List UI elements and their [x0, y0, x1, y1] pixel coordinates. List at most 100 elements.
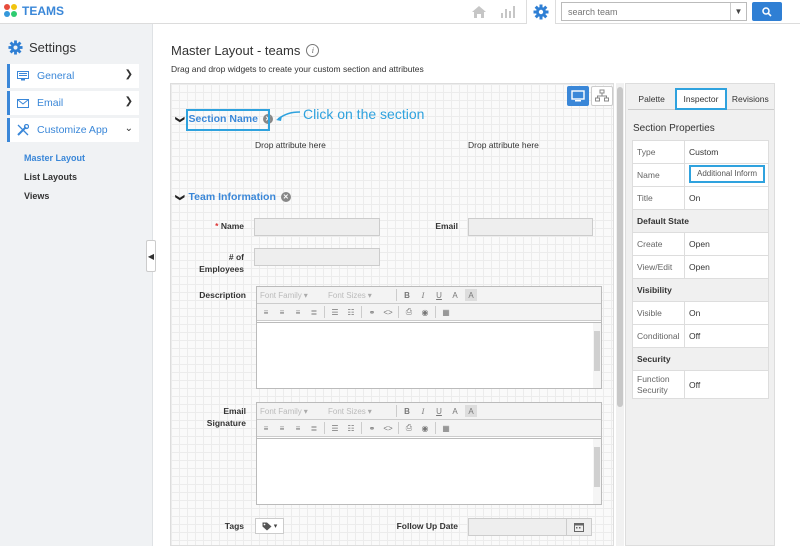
drop-zone-right[interactable]: Drop attribute here [468, 140, 539, 150]
align-right-icon[interactable]: ≡ [292, 422, 304, 434]
remove-section-icon[interactable]: ✕ [280, 192, 291, 202]
sidebar-item-label: Customize App [37, 124, 108, 136]
sidebar-item-customize-app[interactable]: Customize App ⌄ [7, 118, 139, 142]
editor-scrollbar[interactable] [593, 323, 601, 388]
sidebar-item-general[interactable]: General ❯ [7, 64, 139, 88]
table-icon[interactable]: ▦ [440, 306, 452, 318]
chevron-down-icon: ⌄ [124, 123, 133, 134]
section-name-input[interactable]: Additional Inform [689, 165, 765, 183]
italic-icon[interactable]: I [417, 405, 429, 417]
print-icon[interactable]: ⎙ [403, 422, 415, 434]
drop-zone-left[interactable]: Drop attribute here [255, 140, 326, 150]
preview-icon[interactable]: ◉ [419, 422, 431, 434]
search-box: ▼ [561, 2, 747, 21]
underline-icon[interactable]: U [433, 289, 445, 301]
numbered-list-icon[interactable]: ☷ [345, 306, 357, 318]
app-logo[interactable]: TEAMS [4, 4, 64, 18]
font-size-select[interactable]: Font Sizes ▾ [328, 291, 392, 300]
highlight-color-icon[interactable]: A [465, 289, 477, 301]
italic-icon[interactable]: I [417, 289, 429, 301]
editor-scrollbar[interactable] [593, 439, 601, 504]
subnav-list-layouts[interactable]: List Layouts [24, 172, 77, 182]
tags-dropdown-button[interactable]: ▾ [255, 518, 284, 534]
settings-gear-icon[interactable] [526, 0, 556, 24]
print-icon[interactable]: ⎙ [403, 306, 415, 318]
table-icon[interactable]: ▦ [440, 422, 452, 434]
bar-chart-icon[interactable] [499, 3, 517, 21]
subnav-master-layout[interactable]: Master Layout [24, 153, 85, 163]
page-subtitle: Drag and drop widgets to create your cus… [171, 64, 424, 74]
chevron-down-icon[interactable]: ❯ [174, 115, 185, 123]
email-field[interactable] [468, 218, 593, 236]
monitor-icon [17, 71, 31, 81]
email-label: Email [435, 221, 458, 231]
font-family-select[interactable]: Font Family ▾ [260, 407, 324, 416]
link-icon[interactable]: ⚭ [366, 306, 378, 318]
group-visibility: Visibility [632, 278, 769, 302]
font-color-icon[interactable]: A [449, 289, 461, 301]
calendar-icon[interactable] [566, 518, 591, 536]
code-icon[interactable]: <> [382, 422, 394, 434]
search-input[interactable] [562, 3, 730, 20]
team-information-header[interactable]: ❯ Team Information ✕ [174, 191, 291, 203]
description-editor[interactable]: Font Family ▾ Font Sizes ▾ B I U A A ≡ ≡ ≡… [256, 286, 602, 389]
tools-icon [17, 124, 31, 136]
sidebar-item-label: General [37, 70, 75, 82]
font-family-select[interactable]: Font Family ▾ [260, 291, 324, 300]
employees-label: # of Employees [199, 252, 244, 274]
section-name-highlight [186, 109, 270, 131]
search-button[interactable] [752, 2, 782, 21]
highlight-color-icon[interactable]: A [465, 405, 477, 417]
tab-palette[interactable]: Palette [628, 88, 676, 110]
scrollbar-thumb[interactable] [617, 87, 623, 407]
signature-text-area[interactable] [257, 438, 601, 504]
tab-revisions[interactable]: Revisions [726, 88, 774, 110]
align-left-icon[interactable]: ≡ [260, 306, 272, 318]
team-information-title[interactable]: Team Information [189, 191, 276, 203]
email-signature-label: Email Signature [206, 406, 246, 428]
bullet-list-icon[interactable]: ☰ [329, 422, 341, 434]
chevron-down-icon[interactable]: ❯ [174, 193, 185, 201]
name-field[interactable] [254, 218, 380, 236]
code-icon[interactable]: <> [382, 306, 394, 318]
prop-row-name: Name Additional Inform [632, 163, 769, 187]
follow-up-date-label: Follow Up Date [396, 521, 458, 531]
tab-inspector[interactable]: Inspector [675, 88, 727, 110]
desktop-view-button[interactable] [567, 86, 589, 106]
description-text-area[interactable] [257, 322, 601, 388]
sitemap-icon [595, 89, 609, 102]
preview-icon[interactable]: ◉ [419, 306, 431, 318]
align-center-icon[interactable]: ≡ [276, 306, 288, 318]
info-icon[interactable]: i [306, 44, 320, 57]
align-justify-icon[interactable]: ≣ [308, 306, 320, 318]
font-color-icon[interactable]: A [449, 405, 461, 417]
group-default-state: Default State [632, 209, 769, 233]
subnav-views[interactable]: Views [24, 191, 49, 201]
bold-icon[interactable]: B [401, 289, 413, 301]
bullet-list-icon[interactable]: ☰ [329, 306, 341, 318]
home-icon[interactable] [470, 3, 488, 21]
collapse-sidebar-button[interactable]: ◀ [146, 240, 156, 272]
bold-icon[interactable]: B [401, 405, 413, 417]
numbered-list-icon[interactable]: ☷ [345, 422, 357, 434]
app-title: TEAMS [22, 4, 64, 18]
link-icon[interactable]: ⚭ [366, 422, 378, 434]
sidebar-item-label: Email [37, 97, 64, 109]
annotation-arrow-icon [276, 111, 301, 121]
hierarchy-view-button[interactable] [591, 86, 613, 106]
align-left-icon[interactable]: ≡ [260, 422, 272, 434]
settings-icon [8, 40, 23, 55]
settings-title: Settings [29, 40, 76, 55]
prop-row-create: Create Open [632, 232, 769, 256]
underline-icon[interactable]: U [433, 405, 445, 417]
employees-field[interactable] [254, 248, 380, 266]
align-right-icon[interactable]: ≡ [292, 306, 304, 318]
envelope-icon [17, 98, 31, 108]
email-signature-editor[interactable]: Font Family ▾ Font Sizes ▾ B I U A A ≡ ≡ ≡… [256, 402, 602, 505]
canvas-scrollbar[interactable] [616, 83, 624, 546]
sidebar-item-email[interactable]: Email ❯ [7, 91, 139, 115]
align-justify-icon[interactable]: ≣ [308, 422, 320, 434]
align-center-icon[interactable]: ≡ [276, 422, 288, 434]
search-dropdown-icon[interactable]: ▼ [730, 3, 746, 20]
font-size-select[interactable]: Font Sizes ▾ [328, 407, 392, 416]
